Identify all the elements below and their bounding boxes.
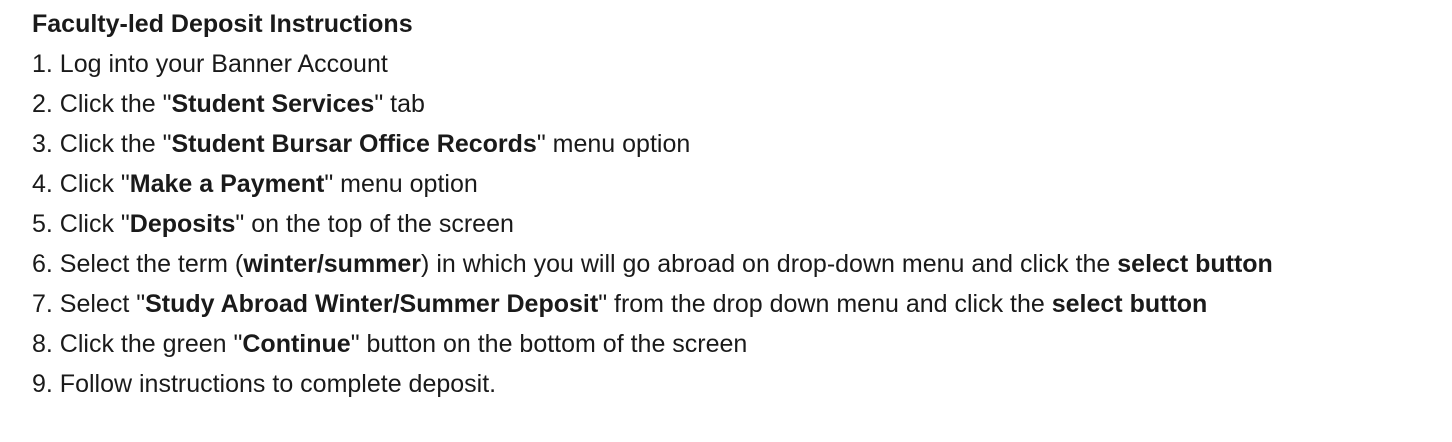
steps-list: 1. Log into your Banner Account 2. Click … — [32, 44, 1442, 404]
step-text: 4. Click " — [32, 170, 130, 198]
step-emphasis-text: Study Abroad Winter/Summer Deposit — [145, 290, 599, 318]
step-text: 5. Click " — [32, 210, 130, 238]
step-emphasis-text: select button — [1117, 250, 1273, 278]
step-text: 6. Select the term ( — [32, 250, 244, 278]
step-text: " menu option — [324, 170, 478, 198]
step-text: 8. Click the green " — [32, 330, 243, 358]
instruction-step: 7. Select "Study Abroad Winter/Summer De… — [32, 284, 1442, 324]
step-text: 3. Click the " — [32, 130, 172, 158]
step-emphasis-text: Make a Payment — [129, 170, 325, 198]
step-text: " from the drop down menu and click the — [598, 290, 1052, 318]
instruction-step: 4. Click "Make a Payment" menu option — [32, 164, 1442, 204]
step-text: ) in which you will go abroad on drop-do… — [421, 250, 1118, 278]
step-text: 2. Click the " — [32, 90, 172, 118]
step-emphasis-text: select button — [1051, 290, 1208, 318]
step-text: " tab — [374, 90, 425, 118]
instruction-step: 6. Select the term (winter/summer) in wh… — [32, 244, 1442, 284]
instruction-step: 9. Follow instructions to complete depos… — [32, 364, 1442, 404]
instruction-step: 5. Click "Deposits" on the top of the sc… — [32, 204, 1442, 244]
step-emphasis-text: winter/summer — [243, 250, 422, 278]
step-emphasis-text: Deposits — [129, 210, 236, 238]
instruction-step: 8. Click the green "Continue" button on … — [32, 324, 1442, 364]
step-text: 9. Follow instructions to complete depos… — [32, 370, 497, 398]
instruction-step: 1. Log into your Banner Account — [32, 44, 1442, 84]
instruction-step: 3. Click the "Student Bursar Office Reco… — [32, 124, 1442, 164]
step-emphasis-text: Student Bursar Office Records — [171, 130, 537, 158]
instruction-step: 2. Click the "Student Services" tab — [32, 84, 1442, 124]
step-text: 1. Log into your Banner Account — [32, 50, 388, 78]
step-text: 7. Select " — [32, 290, 146, 318]
step-text: " button on the bottom of the screen — [350, 330, 748, 358]
step-text: " menu option — [536, 130, 691, 158]
instructions-heading: Faculty-led Deposit Instructions — [32, 10, 413, 38]
instructions-block: Faculty-led Deposit Instructions 1. Log … — [32, 4, 1442, 404]
step-emphasis-text: Continue — [242, 330, 351, 358]
step-text: " on the top of the screen — [235, 210, 514, 238]
step-emphasis-text: Student Services — [171, 90, 375, 118]
